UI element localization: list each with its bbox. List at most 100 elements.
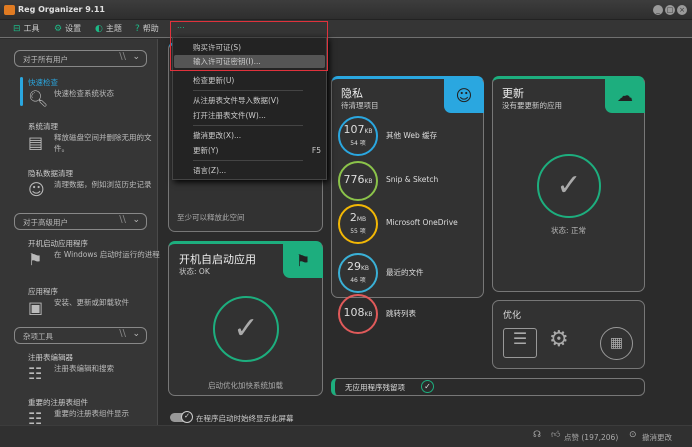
size-unit: KB xyxy=(364,178,373,185)
gear-icon: ⚙ xyxy=(54,23,63,34)
tools-label: 工具 xyxy=(23,24,40,33)
menu-item-language[interactable]: 语言(Z)... xyxy=(174,164,325,177)
size-ring: 108KB xyxy=(338,294,378,334)
size-unit: KB xyxy=(364,311,373,318)
window-title: Reg Organizer 9.11 xyxy=(18,5,105,14)
item-desc: 快速检查系统状态 xyxy=(54,89,114,98)
menu-item-open-reg[interactable]: 打开注册表文件(W)... xyxy=(174,109,325,122)
item-title: 快速检查 xyxy=(28,78,58,87)
privacy-item[interactable]: 107KB 54 项 其他 Web 缓存 xyxy=(338,116,478,156)
section-advanced-users-dropdown[interactable]: 对于高级用户 \\ ⌄ xyxy=(14,213,147,230)
chevron-down-icon: ⌄ xyxy=(132,52,140,62)
broom-icon: ▤ xyxy=(28,133,44,152)
divider-icon: \\ xyxy=(119,214,126,225)
apps-icon[interactable]: ▦ xyxy=(600,327,633,360)
theme-label: 主题 xyxy=(105,24,122,33)
sidebar-item-applications[interactable]: 应用程序 ▣ 安装、更新或卸载软件 xyxy=(28,286,129,317)
sidebar-item-privacy-cleanup[interactable]: 隐私数据清理 ☺ 清理数据，例如浏览历史记录 xyxy=(28,168,152,199)
size-value: 776 xyxy=(343,173,365,186)
privacy-broom-icon: ☺ xyxy=(444,78,484,113)
sidebar-item-startup-apps[interactable]: 开机启动应用程序 ⚑ 在 Windows 启动时运行的进程 xyxy=(28,238,160,269)
card-subtitle: 没有要更新的应用 xyxy=(502,101,562,110)
size-ring: 107KB 54 项 xyxy=(338,116,378,156)
menu-separator xyxy=(193,90,303,91)
section-label: 杂项工具 xyxy=(23,332,53,341)
privacy-item[interactable]: 2MB 55 项 Microsoft OneDrive xyxy=(338,204,478,244)
menu-label: 更新(Y) xyxy=(193,146,219,155)
divider-icon: \\ xyxy=(119,51,126,62)
computer-gear-icon[interactable]: ⚙ xyxy=(549,327,569,352)
menu-item-undo-changes[interactable]: 撤消更改(X)... xyxy=(174,129,325,142)
minimize-button[interactable]: _ xyxy=(653,5,663,15)
update-status: 状态: 正常 xyxy=(551,226,586,235)
menu-item-refresh[interactable]: 更新(Y) F5 xyxy=(174,144,325,157)
item-desc: 安装、更新或卸载软件 xyxy=(54,298,129,307)
highlight-box xyxy=(170,21,328,71)
chevron-down-icon: ⌄ xyxy=(132,329,140,339)
card-title: 隐私 xyxy=(341,87,363,100)
privacy-icon: ☺ xyxy=(28,180,45,199)
sidebar-item-registry-editor[interactable]: 注册表编辑器 ☷ 注册表编辑和搜索 xyxy=(28,352,114,383)
leftovers-bar[interactable]: 无应用程序残留项 ✓ xyxy=(331,378,645,396)
item-count: 54 项 xyxy=(350,140,366,147)
sidebar-item-important-registry[interactable]: 重要的注册表组件 ☷ 重要的注册表组件显示 xyxy=(28,397,129,428)
card-title: 优化 xyxy=(503,311,522,321)
status-bar: ☊ 👍︎ 点赞 (197,206) ⊙ 撤消更改 xyxy=(0,425,692,447)
flag-gear-icon: ⚑ xyxy=(283,243,323,278)
card-subtitle: 待清理项目 xyxy=(341,101,379,110)
update-card[interactable]: ☁ 更新 没有要更新的应用 ✓ 状态: 正常 xyxy=(492,76,645,292)
size-value: 2 xyxy=(349,211,357,224)
card-title: 开机自启动应用 xyxy=(179,253,256,266)
registry-editor-icon: ☷ xyxy=(28,364,43,383)
item-desc: 重要的注册表组件显示 xyxy=(54,409,129,418)
card-footer: 启动优化加快系统加载 xyxy=(208,381,283,390)
privacy-item[interactable]: 776KB Snip & Sketch xyxy=(338,161,478,201)
card-status: 状态: OK xyxy=(179,267,210,276)
item-title: 注册表编辑器 xyxy=(28,353,73,362)
size-unit: MB xyxy=(356,216,367,223)
check-icon: ✓ xyxy=(181,411,193,423)
divider-icon: \\ xyxy=(119,328,126,339)
size-unit: KB xyxy=(360,265,370,272)
toolbox-icon: ⊟ xyxy=(13,23,21,34)
flag-gear-icon: ⚑ xyxy=(28,250,43,269)
help-menu[interactable]: ? 帮助 xyxy=(135,23,159,34)
item-label: 最近的文件 xyxy=(386,268,424,277)
item-title: 隐私数据清理 xyxy=(28,169,73,178)
sidebar-item-quick-check[interactable]: 快速检查 🔍︎ 快速检查系统状态 xyxy=(28,77,114,108)
size-value: 108 xyxy=(343,306,365,319)
size-ring: 29KB 46 项 xyxy=(338,253,378,293)
thumbs-up-icon: 👍︎ xyxy=(551,430,561,440)
undo-changes-button[interactable]: 撤消更改 xyxy=(642,432,672,443)
item-title: 系统清理 xyxy=(28,122,58,131)
menu-item-check-updates[interactable]: 检查更新(U) xyxy=(174,74,325,87)
settings-menu[interactable]: ⚙ 设置 xyxy=(54,23,81,34)
startup-apps-card[interactable]: ⚑ 开机自启动应用 状态: OK ✓ 启动优化加快系统加载 xyxy=(168,241,323,396)
app-logo-icon xyxy=(4,5,15,15)
privacy-card[interactable]: ☺ 隐私 待清理项目 107KB 54 项其他 Web 缓存 776KB Snip &… xyxy=(331,76,484,334)
item-count: 55 项 xyxy=(350,228,366,235)
item-desc: 释放磁盘空间并删除无用的文件。 xyxy=(54,133,152,153)
privacy-item[interactable]: 108KB 跳转列表 xyxy=(338,294,478,334)
active-indicator xyxy=(20,77,23,106)
maximize-button[interactable]: □ xyxy=(665,5,675,15)
check-circle-icon: ✓ xyxy=(421,380,434,393)
section-all-users-dropdown[interactable]: 对于所有用户 \\ ⌄ xyxy=(14,50,147,67)
check-icon: ✓ xyxy=(213,296,279,362)
support-headset-icon[interactable]: ☊ xyxy=(533,430,541,440)
item-label: Snip & Sketch xyxy=(386,175,439,184)
item-label: 其他 Web 缓存 xyxy=(386,131,438,140)
like-button[interactable]: 点赞 (197,206) xyxy=(564,432,618,443)
theme-menu[interactable]: ◐ 主题 xyxy=(95,23,122,34)
privacy-item[interactable]: 29KB 46 项 最近的文件 xyxy=(338,253,478,293)
card-title: 更新 xyxy=(502,87,524,100)
menu-item-import-reg[interactable]: 从注册表文件导入数据(V) xyxy=(174,94,325,107)
item-label: Microsoft OneDrive xyxy=(386,218,458,227)
close-button[interactable]: × xyxy=(677,5,687,15)
sidebar-item-system-cleanup[interactable]: 系统清理 ▤ 释放磁盘空间并删除无用的文件。 xyxy=(28,121,152,153)
sliders-icon[interactable]: ☰ xyxy=(503,328,537,358)
optimize-card: 优化 ☰ ⚙ ▦ xyxy=(492,300,645,369)
section-misc-tools-dropdown[interactable]: 杂项工具 \\ ⌄ xyxy=(14,327,147,344)
size-value: 29 xyxy=(346,260,361,273)
tools-menu[interactable]: ⊟ 工具 xyxy=(13,23,40,34)
